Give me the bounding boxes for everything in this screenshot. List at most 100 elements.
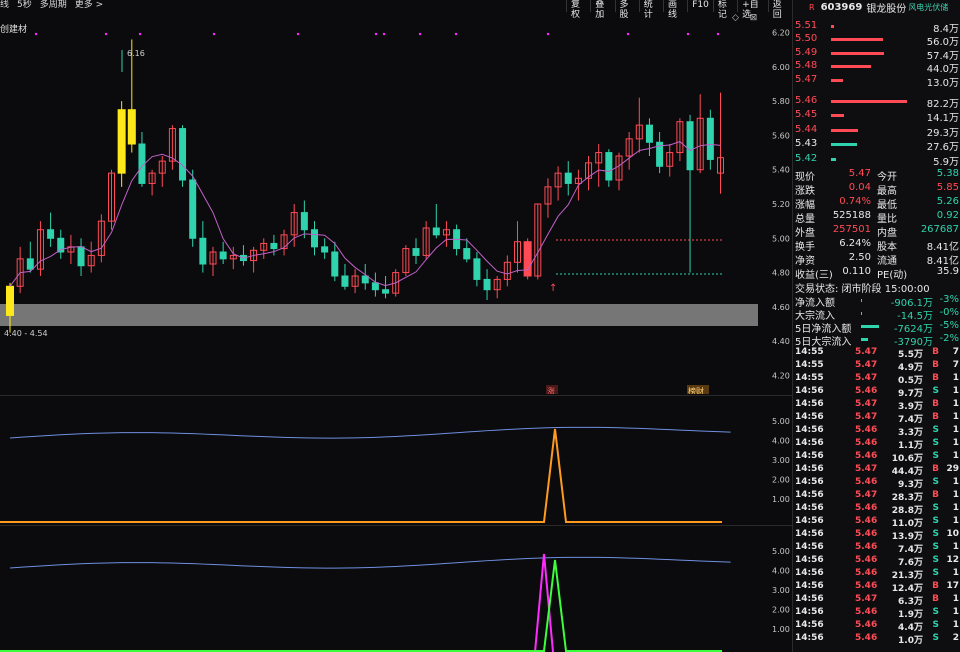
candle[interactable] [361,264,369,290]
candle[interactable] [97,214,105,263]
candle[interactable] [666,144,674,177]
candle[interactable] [544,178,552,218]
ask-row[interactable]: 5.51 8.4万 [793,20,960,35]
quote-label: 最低 [877,200,897,211]
candle[interactable] [341,264,349,290]
candle[interactable] [676,118,684,162]
tick-price: 5.46 [855,438,878,448]
toolbar-btn-f10[interactable]: F10 [687,0,713,12]
candle[interactable] [432,204,440,239]
indicator-panel-2[interactable]: 5.00 4.00 3.00 2.00 1.00 [0,526,792,652]
candle[interactable] [250,246,258,273]
toolbar-btn-stats[interactable]: 统计 [638,0,663,20]
candle[interactable] [117,101,126,187]
toolbar-btn-more[interactable]: 更多 > [75,0,103,12]
signal-dot [626,32,630,36]
candle[interactable] [564,161,572,196]
candle[interactable] [16,246,24,294]
candle[interactable] [311,221,318,256]
candle[interactable] [57,229,65,259]
candle[interactable] [47,212,55,247]
candle[interactable] [260,238,268,259]
candle[interactable] [706,109,714,170]
candle[interactable] [656,132,664,174]
candle[interactable] [615,152,623,191]
toolbar-btn-line[interactable]: 线 [0,0,9,12]
stock-header[interactable]: R 603969 银龙股份 风电光伏储 [793,0,960,15]
candle[interactable] [686,114,694,273]
bid-row[interactable]: 5.42 5.9万 [793,153,960,168]
bid-price: 5.46 [795,95,818,106]
stock-name: 银龙股份 [866,3,907,15]
indicator-panel-1[interactable]: 5.00 4.00 3.00 2.00 1.00 [0,396,792,524]
candle[interactable] [280,229,288,256]
toolbar-btn-add-favorite[interactable]: +自选 [737,0,768,20]
candle[interactable] [300,200,308,239]
candle[interactable] [36,221,44,276]
candle[interactable] [554,166,562,201]
candle[interactable] [585,156,593,191]
candle[interactable] [473,252,481,287]
candle[interactable] [158,156,166,187]
ask-row[interactable]: 5.50 56.0万 [793,33,960,48]
toolbar-btn-mark[interactable]: 标记 [712,0,737,20]
stock-concept[interactable]: 风电光伏储 [908,2,948,13]
candle[interactable] [331,241,339,282]
candle[interactable] [108,169,115,230]
bid-row[interactable]: 5.45 14.1万 [793,109,960,124]
candle[interactable] [645,118,653,156]
toolbar-btn-5sec[interactable]: 5秒 [17,0,32,12]
candle[interactable] [605,149,613,187]
candle[interactable] [148,169,156,196]
candlestick-chart[interactable]: 4.40 - 4.54 6.16 ↑ 6.20 6.00 5.80 5.60 5.40 5… [0,14,792,394]
candle[interactable] [371,272,379,297]
candle[interactable] [77,238,85,276]
toolbar-btn-multi-period[interactable]: 多周期 [40,0,67,12]
toolbar-btn-draw[interactable]: 画线 [663,0,687,20]
candle[interactable] [321,238,329,259]
candle[interactable] [503,255,511,287]
candle[interactable] [696,94,704,174]
candle[interactable] [412,238,420,264]
candle[interactable] [199,221,207,273]
candle[interactable] [138,132,146,187]
trade-status: 交易状态: 闭市阶段 15:00:00 [795,284,930,295]
quote-value: 8.41亿 [926,256,959,267]
candle[interactable] [523,238,532,280]
bid-row[interactable]: 5.46 82.2万 [793,95,960,110]
ask-row[interactable]: 5.49 57.4万 [793,47,960,62]
candle[interactable] [179,125,187,187]
candle[interactable] [351,269,359,294]
candle[interactable] [168,125,176,170]
toolbar-btn-fuquan[interactable]: 复权 [566,0,590,20]
bid-row[interactable]: 5.44 29.3万 [793,124,960,139]
candle[interactable] [483,269,491,300]
candle[interactable] [209,246,217,276]
candle[interactable] [442,221,450,247]
ask-row[interactable]: 5.48 44.0万 [793,60,960,75]
candle[interactable] [514,221,521,273]
ask-volume-bar [831,78,844,82]
candle[interactable] [67,234,75,264]
ask-row[interactable]: 5.47 13.0万 [793,74,960,89]
candle[interactable] [382,276,390,299]
candle[interactable] [26,241,34,273]
candle[interactable] [87,241,95,273]
toolbar-btn-overlay[interactable]: 叠加 [590,0,614,20]
toolbar-btn-back[interactable]: 返回 [767,0,792,20]
candle[interactable] [239,245,247,266]
candle[interactable] [422,221,430,259]
candle[interactable] [625,132,633,170]
candle[interactable] [219,241,227,264]
toolbar-btn-multistock[interactable]: 多股 [614,0,639,20]
candle[interactable] [635,97,643,153]
bid-price: 5.43 [795,138,818,150]
candle[interactable] [453,224,461,256]
candle[interactable] [402,245,410,276]
candle[interactable] [717,92,724,194]
bid-row[interactable]: 5.43 27.6万 [793,138,960,153]
candle[interactable] [595,144,603,187]
candle[interactable] [189,169,197,247]
candle[interactable] [534,203,542,280]
candle[interactable] [493,276,501,299]
